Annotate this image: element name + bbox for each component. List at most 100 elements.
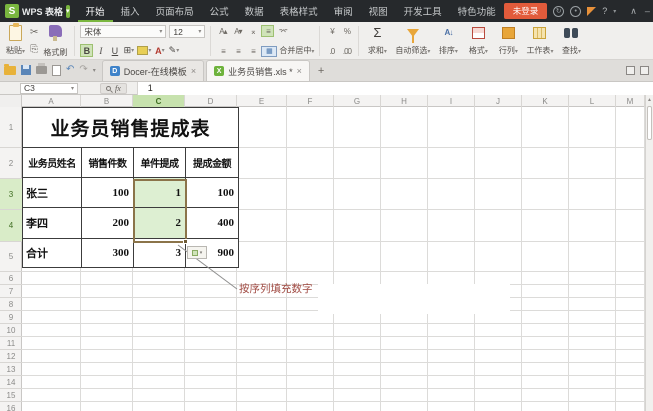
promo-flag-icon[interactable] (587, 7, 596, 16)
copy-icon[interactable]: ⎘ (30, 44, 38, 55)
bold-button[interactable]: B (80, 44, 93, 57)
menu-tab-1[interactable]: 插入 (113, 0, 148, 22)
print-icon[interactable] (36, 66, 47, 74)
column-header-B[interactable]: B (81, 95, 133, 107)
row-header-4[interactable]: 4 (0, 210, 22, 242)
name-box-dropdown-icon[interactable]: ▾ (71, 85, 74, 92)
row-header-3[interactable]: 3 (0, 179, 22, 210)
font-color-button[interactable]: A▾ (153, 44, 166, 57)
italic-button[interactable]: I (94, 44, 107, 57)
row-header-16[interactable]: 16 (0, 402, 22, 411)
sync-icon[interactable]: ↻ (553, 6, 564, 17)
row-header-7[interactable]: 7 (0, 285, 22, 298)
open-folder-icon[interactable] (4, 66, 16, 75)
column-header-H[interactable]: H (381, 95, 428, 107)
close-tab-icon[interactable]: × (191, 66, 196, 76)
column-header-A[interactable]: A (22, 95, 81, 107)
column-header-E[interactable]: E (237, 95, 287, 107)
currency-format-button[interactable]: ¥ (325, 25, 338, 37)
column-header-K[interactable]: K (522, 95, 569, 107)
font-size-select[interactable]: 12▾ (169, 25, 205, 38)
row-header-1[interactable]: 1 (0, 107, 22, 148)
switch-view-icon[interactable] (640, 66, 649, 75)
app-menu-dropdown-icon[interactable]: ▾ (66, 5, 70, 18)
align-left-icon[interactable]: ≡ (216, 45, 229, 57)
decrease-font-button[interactable]: A▾ (231, 25, 244, 37)
row-header-5[interactable]: 5 (0, 242, 22, 272)
merge-center-button[interactable]: 合并居中▾ (279, 46, 314, 57)
cell-r2c0[interactable]: 合计 (23, 239, 82, 267)
row-header-15[interactable]: 15 (0, 389, 22, 402)
menu-tab-0[interactable]: 开始 (78, 0, 113, 22)
print-preview-icon[interactable] (52, 65, 61, 76)
highlight-button[interactable]: ✎▾ (167, 44, 180, 57)
increase-decimal-button[interactable]: .0 (325, 45, 338, 57)
account-icon[interactable]: • (570, 6, 581, 17)
format-button[interactable]: 格式▾ (463, 24, 493, 58)
worksheet-button[interactable]: 工作表▾ (523, 24, 556, 58)
column-header-F[interactable]: F (287, 95, 334, 107)
column-header-G[interactable]: G (334, 95, 381, 107)
borders-button[interactable]: ⊞▾ (122, 44, 135, 57)
menu-tab-8[interactable]: 开发工具 (396, 0, 450, 22)
column-header-M[interactable]: M (616, 95, 645, 107)
cell-r1c0[interactable]: 李四 (23, 208, 82, 238)
menu-tab-6[interactable]: 审阅 (326, 0, 361, 22)
underline-button[interactable]: U (108, 44, 121, 57)
menu-tab-7[interactable]: 视图 (361, 0, 396, 22)
sum-button[interactable]: Σ 求和▾ (362, 24, 392, 58)
tab-docer-templates[interactable]: D Docer-在线模板 × (102, 60, 204, 81)
format-painter-button[interactable]: 格式刷 (41, 24, 69, 58)
align-right-icon[interactable]: ≡ (246, 45, 259, 57)
menu-tab-4[interactable]: 数据 (237, 0, 272, 22)
collapse-ribbon-icon[interactable]: ∧ (630, 6, 637, 17)
column-header-C[interactable]: C (133, 95, 185, 107)
name-box[interactable]: C3 ▾ (20, 83, 78, 94)
cell-r0c2[interactable]: 1 (134, 178, 186, 207)
menu-tab-3[interactable]: 公式 (202, 0, 237, 22)
row-header-14[interactable]: 14 (0, 376, 22, 389)
quick-access-dropdown-icon[interactable]: ▾ (93, 67, 96, 74)
cell-r2c2[interactable]: 3 (134, 239, 186, 267)
scrollbar-thumb[interactable] (647, 106, 652, 140)
column-header-J[interactable]: J (475, 95, 522, 107)
font-name-select[interactable]: 宋体▾ (80, 25, 166, 38)
paste-button[interactable]: 粘贴▾ (4, 24, 27, 58)
grid[interactable]: 业务员销售提成表 业务员姓名销售件数单件提成提成金额张三1001100李四200… (0, 107, 653, 411)
column-header-L[interactable]: L (569, 95, 616, 107)
menu-tab-5[interactable]: 表格样式 (272, 0, 326, 22)
increase-font-button[interactable]: A▴ (216, 25, 229, 37)
row-header-8[interactable]: 8 (0, 298, 22, 311)
select-all-corner[interactable] (0, 95, 22, 107)
row-header-13[interactable]: 13 (0, 363, 22, 376)
row-header-2[interactable]: 2 (0, 148, 22, 179)
find-button[interactable]: 查找▾ (556, 24, 586, 58)
column-header-D[interactable]: D (185, 95, 237, 107)
align-middle-icon[interactable]: ≡ (261, 25, 274, 37)
decrease-decimal-button[interactable]: .00 (340, 45, 353, 57)
minimize-icon[interactable]: – (645, 6, 650, 16)
percent-format-button[interactable]: % (340, 25, 353, 37)
login-button[interactable]: 未登录 (504, 3, 548, 19)
insert-function-button[interactable]: fx (115, 84, 121, 93)
cut-icon[interactable]: ✂ (30, 27, 38, 38)
table-title-cell[interactable]: 业务员销售提成表 (23, 108, 238, 148)
search-icon[interactable] (106, 86, 111, 91)
tab-sales-workbook[interactable]: X 业务员销售.xls * × (206, 60, 310, 81)
menu-tab-9[interactable]: 特色功能 (450, 0, 504, 22)
row-column-button[interactable]: 行列▾ (493, 24, 523, 58)
row-header-9[interactable]: 9 (0, 311, 22, 324)
row-header-10[interactable]: 10 (0, 324, 22, 337)
undo-icon[interactable]: ↶ (66, 65, 74, 75)
row-header-11[interactable]: 11 (0, 337, 22, 350)
redo-icon[interactable]: ↷ (79, 65, 87, 75)
cell-r1c2[interactable]: 2 (134, 208, 186, 238)
fill-color-button[interactable]: ▾ (136, 44, 152, 57)
scroll-up-icon[interactable]: ▲ (646, 95, 653, 104)
cell-r0c3[interactable]: 100 (186, 178, 238, 207)
cell-r2c1[interactable]: 300 (82, 239, 134, 267)
menu-tab-2[interactable]: 页面布局 (148, 0, 202, 22)
close-tab-icon[interactable]: × (297, 66, 302, 76)
workspace-icon[interactable] (626, 66, 635, 75)
help-dropdown-icon[interactable]: ▾ (613, 8, 616, 15)
